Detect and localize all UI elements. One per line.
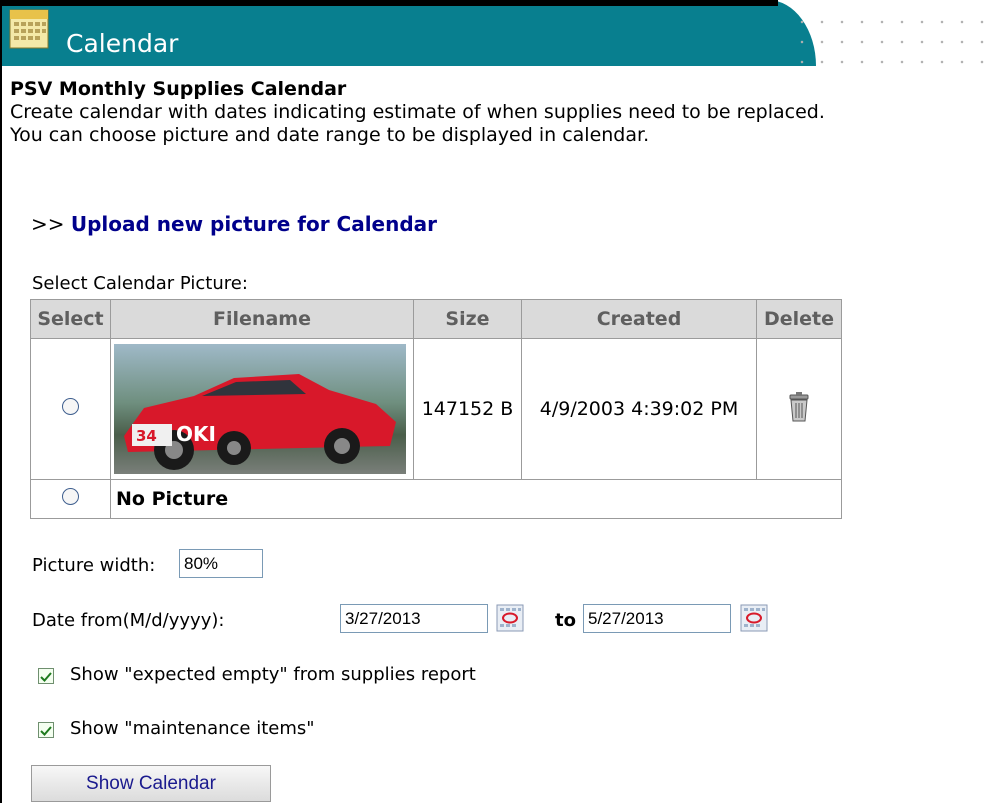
intro-line-1: Create calendar with dates indicating es… <box>10 101 825 123</box>
picture-width-label: Picture width: <box>32 555 156 576</box>
date-to-calendar-icon[interactable] <box>740 604 768 632</box>
table-header-row: Select Filename Size Created Delete <box>30 299 842 339</box>
intro-line-2: You can choose picture and date range to… <box>10 124 650 146</box>
picture-table: Select Filename Size Created Delete 34 O… <box>30 299 842 519</box>
upload-row: >> Upload new picture for Calendar <box>31 212 437 236</box>
checkmark-icon <box>40 726 52 736</box>
to-label: to <box>555 610 576 631</box>
table-row: 34 OKI 147152 B 4/9/2003 4:39:02 PM <box>30 338 842 480</box>
intro-title: PSV Monthly Supplies Calendar <box>10 78 347 100</box>
page-title: Calendar <box>66 29 179 58</box>
date-from-input[interactable] <box>340 604 488 633</box>
intro-section: PSV Monthly Supplies Calendar Create cal… <box>10 78 990 147</box>
no-picture-label: No Picture <box>110 479 842 519</box>
car-sponsor-text: OKI <box>176 422 216 446</box>
column-header-created: Created <box>521 299 757 339</box>
column-header-delete: Delete <box>756 299 842 339</box>
expected-empty-label: Show "expected empty" from supplies repo… <box>70 664 476 685</box>
picture-width-input[interactable] <box>179 549 263 578</box>
maintenance-items-checkbox[interactable] <box>38 722 54 738</box>
select-cell <box>30 479 111 519</box>
show-calendar-button[interactable]: Show Calendar <box>31 765 271 802</box>
upload-prefix: >> <box>31 212 65 236</box>
created-cell: 4/9/2003 4:39:02 PM <box>521 338 757 480</box>
size-cell: 147152 B <box>413 338 522 480</box>
date-from-calendar-icon[interactable] <box>496 604 524 632</box>
date-from-label: Date from(M/d/yyyy): <box>32 610 225 631</box>
no-picture-radio[interactable] <box>62 488 79 505</box>
select-picture-label: Select Calendar Picture: <box>32 273 248 294</box>
calendar-icon <box>9 9 49 49</box>
maintenance-items-label: Show "maintenance items" <box>70 718 315 739</box>
column-header-size: Size <box>413 299 522 339</box>
date-to-input[interactable] <box>583 604 731 633</box>
column-header-filename: Filename <box>110 299 414 339</box>
trash-icon[interactable] <box>788 391 810 422</box>
header-dot-pattern <box>786 6 1000 64</box>
picture-radio[interactable] <box>62 398 79 415</box>
table-row: No Picture <box>30 479 842 519</box>
header-top-border <box>2 0 778 6</box>
expected-empty-checkbox[interactable] <box>38 668 54 684</box>
select-cell <box>30 338 111 480</box>
filename-cell: 34 OKI <box>110 338 414 480</box>
checkmark-icon <box>40 672 52 682</box>
left-border <box>0 0 2 803</box>
red-race-car-image[interactable]: 34 OKI <box>114 344 406 474</box>
column-header-select: Select <box>30 299 111 339</box>
upload-picture-link[interactable]: Upload new picture for Calendar <box>71 212 437 236</box>
delete-cell <box>756 338 842 480</box>
car-number-text: 34 <box>136 427 157 445</box>
